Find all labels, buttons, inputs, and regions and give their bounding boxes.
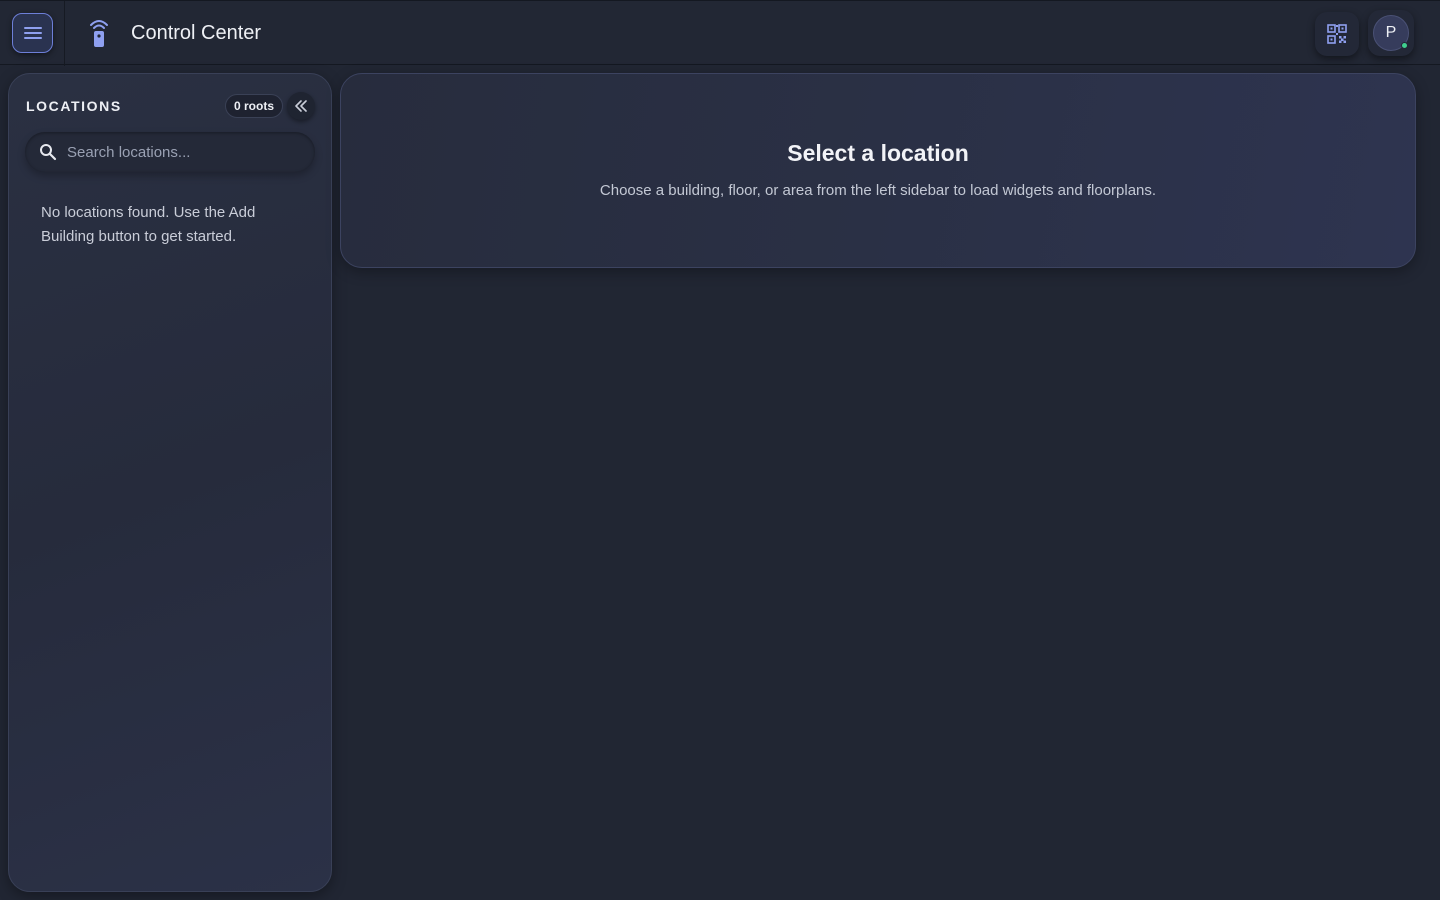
double-chevron-left-icon [295,100,307,112]
qr-code-button[interactable] [1315,12,1359,56]
sidebar-heading: LOCATIONS [26,98,122,114]
user-menu-button[interactable]: P [1368,10,1414,56]
online-status-dot [1401,42,1408,49]
search-box[interactable] [25,132,315,172]
topbar-divider [64,1,65,66]
card-title: Select a location [787,140,969,166]
locations-sidebar: LOCATIONS 0 roots No locations found. Us… [8,73,332,892]
qr-code-icon [1327,24,1347,44]
search-input[interactable] [67,132,307,172]
empty-state-message: No locations found. Use the Add Building… [41,204,256,245]
card-subtitle: Choose a building, floor, or area from t… [599,182,1157,199]
menu-button[interactable] [12,13,53,53]
search-icon [40,144,57,161]
app-title: Control Center [131,22,262,44]
hamburger-menu-icon [23,27,42,39]
select-location-card: Select a location Choose a building, flo… [340,73,1416,268]
remote-signal-icon [90,20,108,47]
roots-count-badge: 0 roots [225,94,284,118]
collapse-sidebar-button[interactable] [287,92,315,120]
top-bar: Control Center P [0,0,1440,66]
